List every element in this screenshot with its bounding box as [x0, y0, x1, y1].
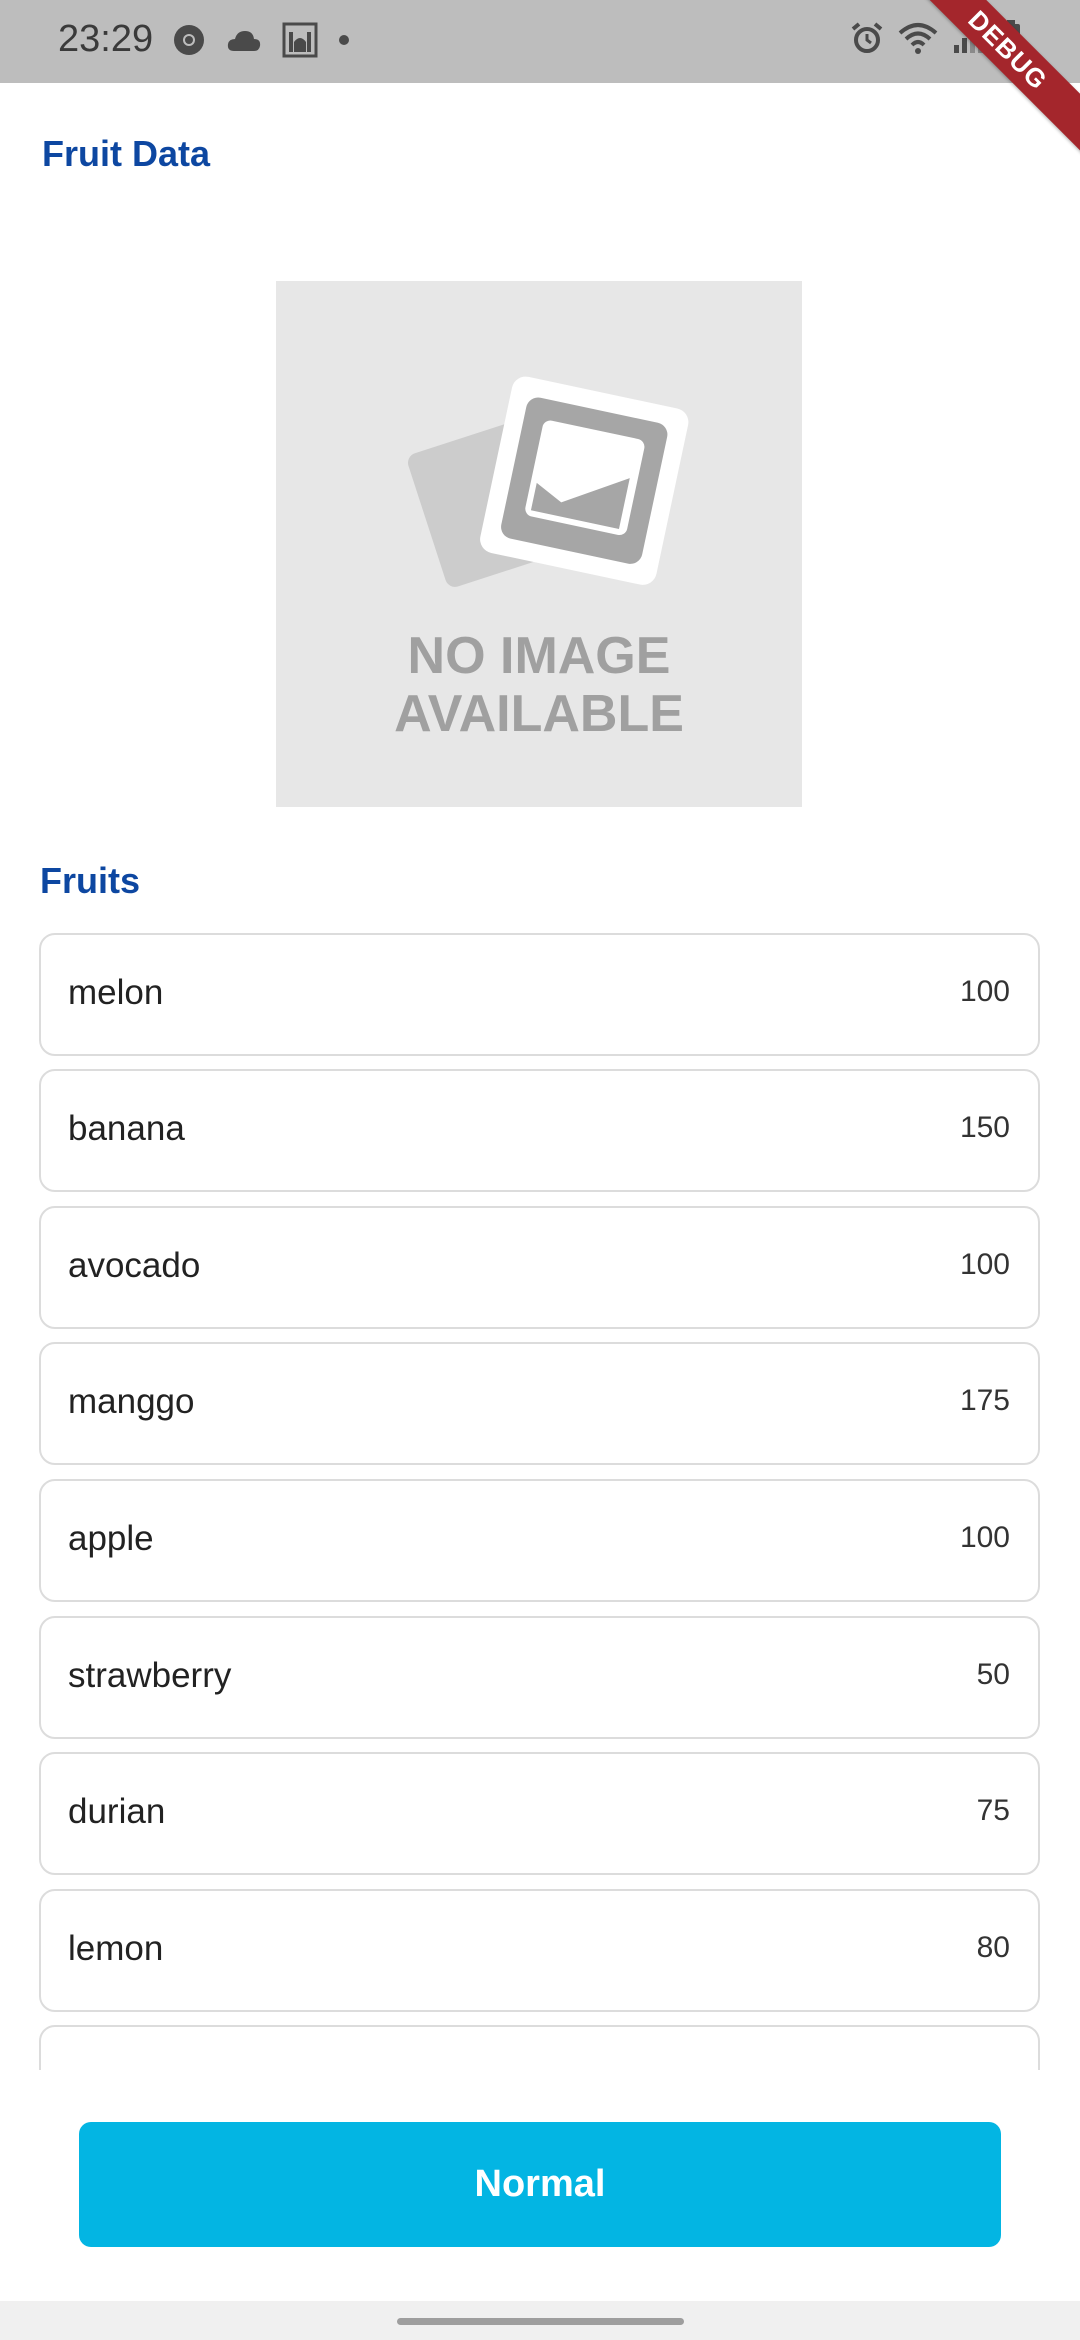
chrome-icon [174, 25, 204, 55]
fruit-name: strawberry [68, 1656, 232, 1695]
fruit-name: melon [68, 973, 164, 1012]
no-image-line2: AVAILABLE [394, 685, 684, 743]
normal-button[interactable]: Normal [79, 2122, 1001, 2247]
list-item[interactable]: melon 100 [39, 933, 1040, 1056]
cloud-icon [227, 31, 261, 51]
fruit-value: 50 [976, 1658, 1010, 1691]
list-item[interactable]: strawberry 50 [39, 1616, 1040, 1739]
alarm-icon [851, 22, 883, 53]
fruit-value: 100 [959, 975, 1010, 1008]
fruit-value: 75 [976, 1794, 1010, 1827]
fruit-name: banana [68, 1109, 185, 1148]
fruit-name: lemon [68, 1929, 164, 1968]
no-image-line1: NO IMAGE [408, 627, 671, 685]
fruit-value: 150 [959, 1111, 1010, 1144]
no-image-icon: NO IMAGE AVAILABLE [394, 376, 689, 743]
status-icons-left [172, 22, 350, 58]
status-bar: 23:29 [0, 0, 1080, 83]
fruit-value: 80 [976, 1931, 1010, 1964]
home-gesture-handle[interactable] [397, 2318, 684, 2325]
navigation-bar [0, 2301, 1080, 2340]
fruit-name: apple [68, 1519, 154, 1558]
fruit-value: 100 [959, 1521, 1010, 1554]
no-image-placeholder: NO IMAGE AVAILABLE [276, 281, 802, 807]
list-item[interactable] [39, 2025, 1040, 2070]
dot-icon [339, 35, 349, 45]
page-title: Fruit Data [42, 133, 211, 174]
list-item[interactable]: apple 100 [39, 1479, 1040, 1602]
fruit-value: 100 [959, 1248, 1010, 1281]
wifi-icon [898, 23, 938, 54]
fruit-name: durian [68, 1792, 166, 1831]
fruit-list[interactable]: melon 100 banana 150 avocado 100 manggo … [0, 933, 1080, 2070]
fruit-name: manggo [68, 1382, 195, 1421]
fruit-name: avocado [68, 1246, 201, 1285]
list-item[interactable]: avocado 100 [39, 1206, 1040, 1329]
mosque-icon [282, 22, 318, 58]
list-item[interactable]: banana 150 [39, 1069, 1040, 1192]
section-title: Fruits [40, 860, 141, 901]
list-item[interactable]: durian 75 [39, 1752, 1040, 1875]
list-item[interactable]: lemon 80 [39, 1889, 1040, 2012]
list-item[interactable]: manggo 175 [39, 1342, 1040, 1465]
status-time: 23:29 [58, 18, 154, 60]
fruit-value: 175 [959, 1384, 1010, 1417]
